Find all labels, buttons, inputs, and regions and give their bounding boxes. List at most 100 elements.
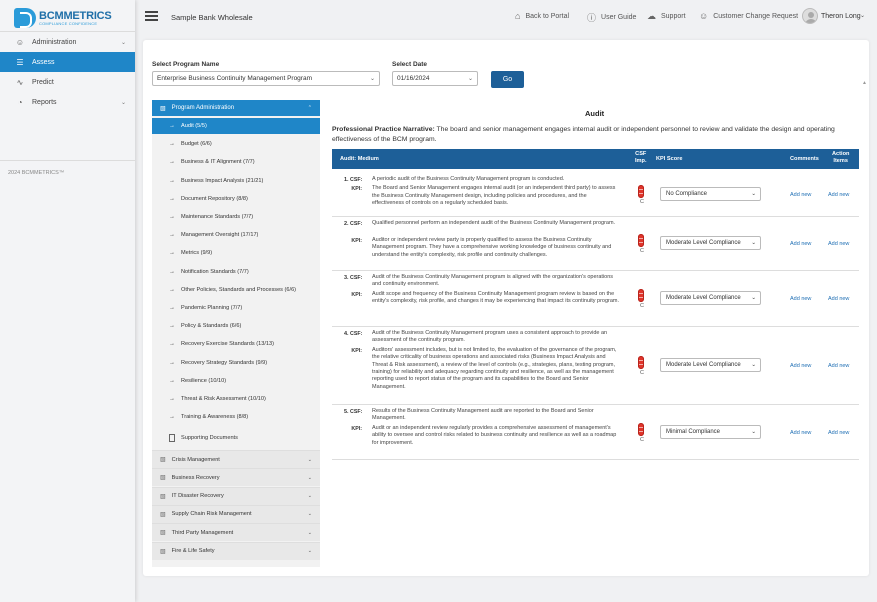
row-number: 4. (344, 331, 349, 337)
tree-item[interactable]: → Maintenance Standards (7/7) (152, 209, 320, 225)
sidebar-divider (0, 160, 135, 161)
kpi-text: Audit or an independent review regularly… (372, 424, 617, 446)
tree-item[interactable]: → Recovery Exercise Standards (13/13) (152, 336, 320, 352)
kpi-text: Auditor or independent review party is p… (372, 236, 612, 258)
kpi-text: Auditors' assessment includes, but is no… (372, 346, 617, 390)
chevron-down-icon[interactable]: ⌄ (860, 12, 865, 19)
tree-item[interactable]: → Training & Awareness (8/8) (152, 409, 320, 425)
scrollbar[interactable]: ▲ ▼ (861, 80, 869, 602)
customer-change-request-link[interactable]: ☺ Customer Change Request (699, 11, 798, 21)
tree-item[interactable]: → Audit (5/5) (152, 118, 320, 134)
tree-item[interactable]: → Business Impact Analysis (21/21) (152, 173, 320, 189)
kpi-score-select[interactable]: Minimal Compliance ⌄ (660, 424, 761, 439)
csf-text: Audit of the Business Continuity Managem… (372, 330, 608, 344)
add-action-item-link[interactable]: Add new (828, 192, 849, 198)
sidebar-item-predict[interactable]: ∿ Predict (0, 72, 135, 92)
list-icon: ☰ (16, 57, 24, 67)
table-row: 2. CSF: Qualified personnel perform an ind… (332, 217, 859, 271)
tree-item[interactable]: → Other Policies, Standards and Processes… (152, 282, 320, 298)
tree-item[interactable]: → Business & IT Alignment (7/7) (152, 154, 320, 170)
sidebar-item-administration[interactable]: ☺ Administration ⌄ (0, 32, 135, 52)
user-guide-link[interactable]: ⓘ User Guide (587, 11, 636, 24)
tree-item[interactable]: → Threat & Risk Assessment (10/10) (152, 391, 320, 407)
user-name[interactable]: Theron Long (821, 13, 861, 20)
arrow-right-icon: → (169, 305, 175, 311)
scroll-up-icon[interactable]: ▲ (862, 80, 867, 86)
link-label: Support (661, 13, 686, 20)
tree-item[interactable]: → Notification Standards (7/7) (152, 264, 320, 280)
kpi-score-select[interactable]: Moderate Level Compliance ⌄ (660, 358, 761, 372)
support-link[interactable]: ☁ Support (647, 11, 686, 22)
tree-item-supporting-documents[interactable]: Supporting Documents (152, 430, 320, 446)
tree-item-label: Other Policies, Standards and Processes … (181, 286, 297, 293)
add-comment-link[interactable]: Add new (790, 241, 811, 247)
csf-importance-letter: C (640, 248, 644, 254)
tree-section-label: IT Disaster Recovery (171, 493, 224, 500)
tree-item-label: Business Impact Analysis (21/21) (181, 177, 264, 184)
go-button[interactable]: Go (491, 71, 524, 88)
tree-item[interactable]: → Document Repository (8/8) (152, 191, 320, 207)
col-header-items: Items (833, 158, 849, 164)
date-select[interactable]: 01/16/2024 ⌄ (392, 71, 478, 86)
avatar[interactable] (802, 8, 818, 24)
add-action-item-link[interactable]: Add new (828, 430, 849, 436)
chevron-down-icon: ⌄ (751, 191, 756, 197)
arrow-right-icon: → (169, 123, 175, 129)
kpi-score-select[interactable]: Moderate Level Compliance ⌄ (660, 236, 761, 250)
program-select[interactable]: Enterprise Business Continuity Managemen… (152, 71, 380, 86)
add-action-item-link[interactable]: Add new (828, 296, 849, 302)
csf-importance-letter: C (640, 436, 644, 443)
tree-item[interactable]: → Policy & Standards (6/6) (152, 318, 320, 334)
table-row: 3. CSF: Audit of the Business Continuity M… (332, 271, 859, 327)
sidebar-item-reports[interactable]: ◔ Reports ⌄ (0, 92, 135, 112)
csf-text: Audit of the Business Continuity Managem… (372, 274, 614, 288)
date-select-value: 01/16/2024 (397, 75, 430, 82)
tree-section[interactable]: ▧ IT Disaster Recovery ⌄ (152, 486, 320, 505)
chevron-up-icon: ⌃ (307, 105, 312, 111)
brand-logo[interactable]: BCMMETRICS COMPLIANCE CONFIDENCE (14, 6, 112, 30)
tree-item-label: Budget (6/6) (181, 141, 212, 148)
hamburger-menu-icon[interactable] (145, 11, 158, 21)
help-circle-icon: ⓘ (587, 13, 597, 23)
cloud-icon: ☁ (647, 11, 656, 21)
tree-item[interactable]: → Recovery Strategy Standards (9/9) (152, 355, 320, 371)
tree-item[interactable]: → Management Oversight (17/17) (152, 227, 320, 243)
add-comment-link[interactable]: Add new (790, 296, 811, 302)
tree-section[interactable]: ▧ Fire & Life Safety ⌄ (152, 541, 320, 560)
tree-item-label: Metrics (9/9) (181, 250, 213, 257)
main-card: Select Program Name Enterprise Business … (143, 40, 869, 576)
add-comment-link[interactable]: Add new (790, 430, 811, 436)
kpi-score-value: Moderate Level Compliance (666, 362, 741, 368)
page-title: Audit (585, 109, 605, 118)
tree-section[interactable]: ▧ Supply Chain Risk Management ⌄ (152, 504, 320, 523)
tree-item[interactable]: → Metrics (9/9) (152, 245, 320, 261)
program-select-value: Enterprise Business Continuity Managemen… (157, 75, 312, 82)
tree-section[interactable]: ▧ Crisis Management ⌄ (152, 450, 320, 468)
tree-section-program-administration[interactable]: ▧ Program Administration ⌃ (152, 100, 320, 116)
tree-section[interactable]: ▧ Third Party Management ⌄ (152, 523, 320, 542)
home-icon: ⌂ (515, 11, 521, 21)
kpi-score-select[interactable]: Moderate Level Compliance ⌄ (660, 291, 761, 305)
chevron-down-icon: ⌄ (751, 295, 756, 301)
kpi-score-select[interactable]: No Compliance ⌄ (660, 187, 761, 201)
add-action-item-link[interactable]: Add new (828, 241, 849, 247)
add-comment-link[interactable]: Add new (790, 192, 811, 198)
tree-item-label: Recovery Exercise Standards (13/13) (181, 341, 274, 348)
logo-mark-icon (14, 8, 36, 28)
tree-item[interactable]: → Resilience (10/10) (152, 373, 320, 389)
row-number: 1. (344, 177, 349, 183)
chevron-down-icon: ⌄ (307, 456, 312, 463)
chevron-down-icon: ⌄ (120, 39, 126, 46)
tree-section-label: Fire & Life Safety (171, 548, 215, 554)
tree-item[interactable]: → Budget (6/6) (152, 136, 320, 152)
tree-section[interactable]: ▧ Business Recovery ⌄ (152, 468, 320, 487)
add-comment-link[interactable]: Add new (790, 363, 811, 369)
col-header-csf-imp: CSF Imp. (635, 151, 647, 165)
tree-item[interactable]: → Pandemic Planning (7/7) (152, 300, 320, 316)
csf-text: Qualified personnel perform an independe… (372, 220, 616, 226)
add-action-item-link[interactable]: Add new (828, 363, 849, 369)
back-to-portal-link[interactable]: ⌂ Back to Portal (515, 11, 569, 21)
sidebar-item-assess[interactable]: ☰ Assess (0, 52, 135, 72)
tree-item-label: Training & Awareness (8/8) (181, 414, 249, 421)
chevron-down-icon: ⌄ (120, 99, 126, 106)
